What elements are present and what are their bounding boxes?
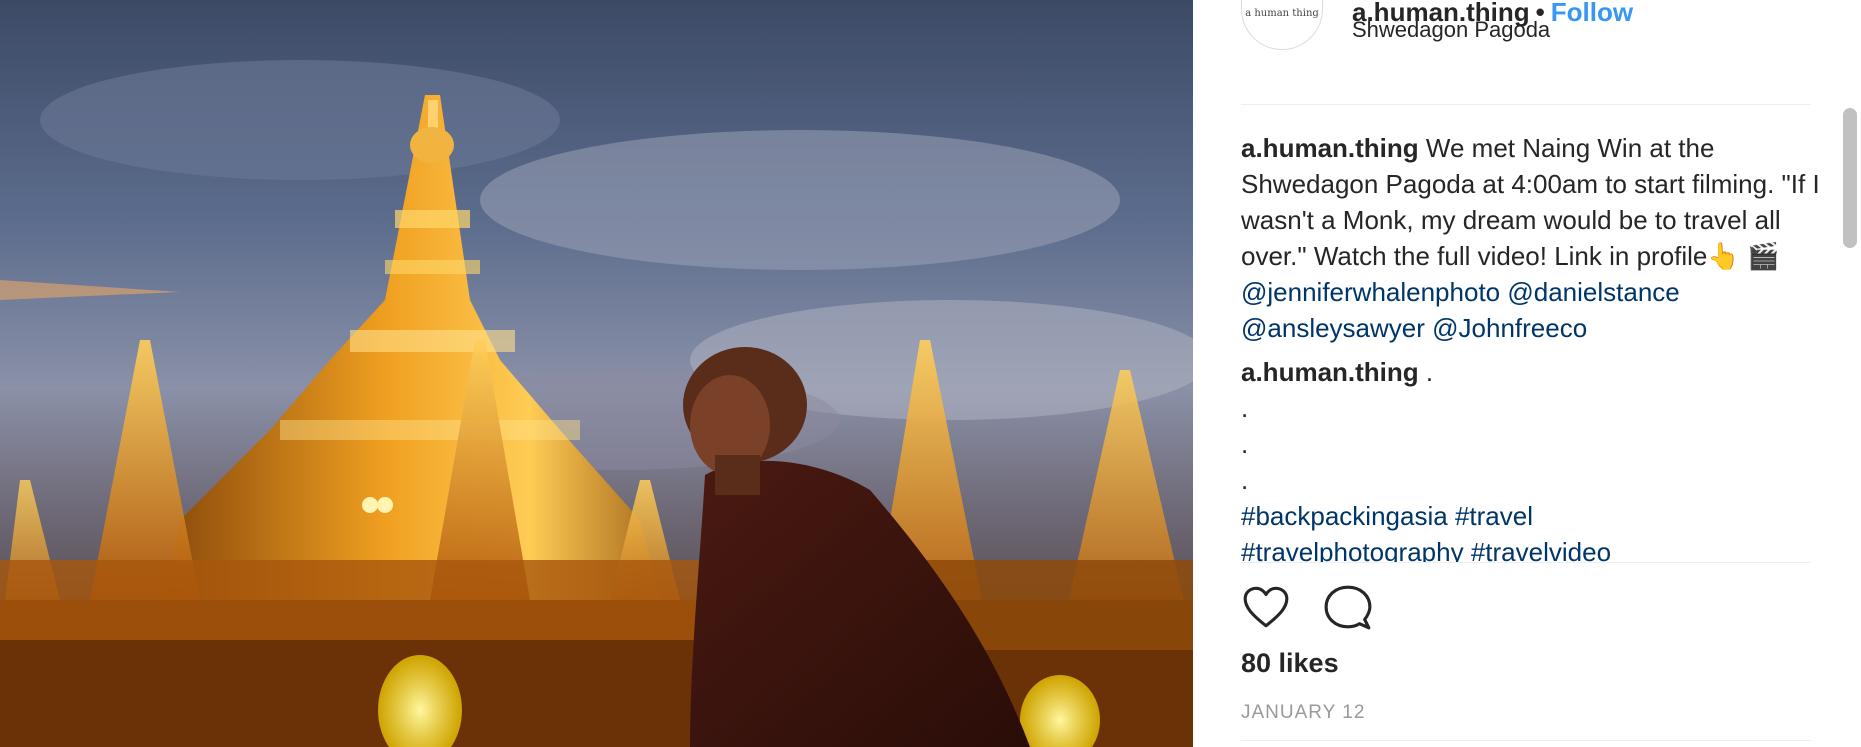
comment-button[interactable] xyxy=(1323,582,1373,632)
avatar[interactable]: a human thing xyxy=(1241,0,1323,50)
avatar-text: a human thing xyxy=(1245,8,1319,19)
post-sidebar: a human thing a.human.thing • Follow Shwed… xyxy=(1193,0,1861,747)
likes-count[interactable]: 80 likes xyxy=(1241,648,1339,679)
hashtag-link[interactable]: #travel xyxy=(1455,501,1533,531)
like-button[interactable] xyxy=(1241,582,1291,632)
comment-text: . xyxy=(1425,357,1434,387)
pagoda-photo-illustration xyxy=(0,60,1193,747)
location-link[interactable]: Shwedagon Pagoda xyxy=(1352,17,1550,43)
comments-list: a.human.thing We met Naing Win at the Sh… xyxy=(1241,130,1821,562)
action-bar xyxy=(1241,582,1541,632)
caption-comment: a.human.thing We met Naing Win at the Sh… xyxy=(1241,130,1821,346)
hashtag-link[interactable]: #travelphotography xyxy=(1241,537,1464,562)
mention-link[interactable]: @ansleysawyer xyxy=(1241,313,1425,343)
header-divider xyxy=(1241,104,1811,105)
comment-username[interactable]: a.human.thing xyxy=(1241,357,1419,387)
actions-divider xyxy=(1241,562,1811,563)
mention-link[interactable]: @danielstance xyxy=(1507,277,1679,307)
hashtag-link[interactable]: #travelvideo xyxy=(1471,537,1611,562)
caption-username[interactable]: a.human.thing xyxy=(1241,133,1419,163)
hashtag-line: #travelphotography #travelvideo xyxy=(1241,534,1821,562)
hashtag-line: #backpackingasia #travel xyxy=(1241,498,1821,534)
comments-scrollbar[interactable] xyxy=(1843,108,1857,248)
hashtag-link[interactable]: #backpackingasia xyxy=(1241,501,1448,531)
footer-divider xyxy=(1241,740,1811,741)
comment-dot-line: . xyxy=(1241,465,1249,495)
comment-dot-line: . xyxy=(1241,393,1249,423)
comment-bubble-icon xyxy=(1324,585,1372,630)
post-photo[interactable] xyxy=(0,0,1193,747)
mention-link[interactable]: @jenniferwhalenphoto xyxy=(1241,277,1500,307)
post-header: a human thing a.human.thing • Follow Shwed… xyxy=(1241,0,1801,87)
comment-dot-line: . xyxy=(1241,429,1249,459)
follow-button[interactable]: Follow xyxy=(1551,0,1633,27)
mention-link[interactable]: @Johnfreeco xyxy=(1432,313,1587,343)
comment-item: a.human.thing . . . . #backpackingasia #… xyxy=(1241,354,1821,562)
heart-icon xyxy=(1243,586,1289,628)
post-date: JANUARY 12 xyxy=(1241,702,1366,723)
